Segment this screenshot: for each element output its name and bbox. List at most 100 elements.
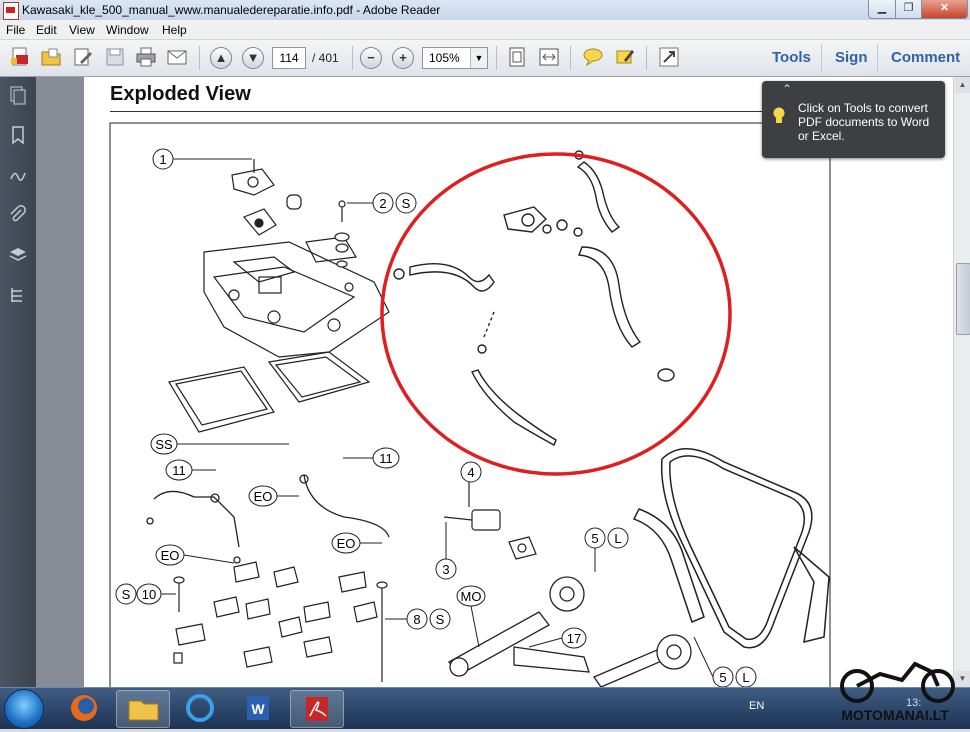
model-tree-icon[interactable] — [8, 285, 28, 305]
email-icon[interactable] — [166, 46, 188, 68]
breather-hose-drawing — [393, 150, 675, 446]
callout-3: 3 — [435, 522, 457, 580]
acrobat-taskbar-icon[interactable] — [290, 690, 344, 728]
attachments-icon[interactable] — [8, 205, 28, 225]
zoom-in-icon[interactable]: + — [392, 47, 414, 69]
document-area: Exploded View 1 2 S SS 11 11 EO EO EO 4 … — [36, 77, 954, 687]
callout-label: 1 — [159, 152, 166, 167]
scroll-up-icon[interactable]: ▲ — [955, 77, 970, 93]
camshaft-cap-drawing — [175, 561, 378, 668]
bolt-parts-drawing — [334, 200, 350, 268]
valve-cover-drawing — [203, 236, 390, 358]
callout-8: 8 S — [385, 608, 451, 630]
watermark-text: MOTOMANAI.LT — [841, 707, 949, 723]
minimize-button[interactable]: ▁ — [868, 0, 896, 19]
callout-label: 8 — [413, 612, 420, 627]
save-icon[interactable] — [104, 46, 126, 68]
motomanai-watermark-logo: MOTOMANAI.LT — [840, 661, 955, 723]
toolbar-separator — [646, 46, 647, 70]
open-icon[interactable] — [40, 46, 62, 68]
comment-link[interactable]: Comment — [891, 49, 960, 66]
fullscreen-icon[interactable] — [658, 46, 680, 68]
callout-code: S — [402, 196, 411, 211]
callout-label: 11 — [172, 463, 186, 478]
callout-label: EO — [337, 536, 356, 551]
toolbar-separator — [352, 46, 353, 70]
callout-1: 1 — [152, 148, 252, 170]
word-taskbar-icon[interactable]: W — [232, 690, 284, 726]
menu-view[interactable]: View — [69, 23, 95, 37]
highlight-icon[interactable] — [614, 46, 636, 68]
callout-group: 1 2 S SS 11 11 EO EO EO 4 3 5 L S 10 8 S… — [115, 148, 757, 687]
close-button[interactable]: ✕ — [921, 0, 968, 19]
chevron-up-icon[interactable]: ⌃ — [782, 82, 792, 96]
sign-link[interactable]: Sign — [835, 49, 868, 66]
pdf-page: Exploded View 1 2 S SS 11 11 EO EO EO 4 … — [84, 77, 954, 687]
tooltip-text: Click on Tools to convert PDF documents … — [798, 101, 930, 143]
callout-label: 4 — [467, 465, 474, 480]
chevron-down-icon[interactable]: ▼ — [470, 48, 487, 68]
create-pdf-icon[interactable] — [9, 46, 31, 68]
window-title: Kawasaki_kle_500_manual_www.manualederep… — [22, 3, 441, 17]
zoom-out-icon[interactable]: − — [360, 47, 382, 69]
edit-icon[interactable] — [72, 46, 94, 68]
callout-eo-3: EO — [155, 544, 235, 566]
tools-link[interactable]: Tools — [772, 49, 811, 66]
layers-icon[interactable] — [8, 245, 28, 265]
callout-label: S — [122, 587, 131, 602]
menu-edit[interactable]: Edit — [36, 23, 57, 37]
firefox-taskbar-icon[interactable] — [58, 690, 110, 726]
navigation-pane — [0, 77, 36, 687]
toolbar-separator — [877, 44, 878, 72]
callout-code: 10 — [142, 587, 156, 602]
maximize-button[interactable]: ❐ — [895, 0, 922, 19]
callout-code: L — [614, 531, 621, 546]
toolbar: ▲ ▼ 114 / 401 − + 105% ▼ Tools Sign Comm… — [0, 40, 970, 77]
start-button[interactable] — [4, 689, 44, 729]
menu-file[interactable]: File — [6, 23, 25, 37]
callout-label: MO — [461, 589, 482, 604]
callout-11-right: 11 — [343, 447, 400, 469]
breather-parts-drawing — [231, 159, 302, 236]
prev-page-icon[interactable]: ▲ — [210, 47, 232, 69]
toolbar-separator — [496, 46, 497, 70]
toolbar-separator — [199, 46, 200, 70]
gasket-drawing — [168, 351, 371, 433]
page-total: / 401 — [312, 51, 339, 65]
callout-5-top: 5 L — [584, 527, 629, 572]
callout-label: EO — [254, 489, 273, 504]
callout-2: 2 S — [347, 192, 417, 214]
callout-mo: MO — [456, 585, 486, 648]
menu-window[interactable]: Window — [106, 23, 149, 37]
pages-icon[interactable] — [8, 85, 28, 105]
sync-taskbar-icon[interactable] — [174, 690, 226, 726]
scrollbar-thumb[interactable] — [956, 263, 970, 335]
page-number-input[interactable]: 114 — [272, 47, 306, 69]
title-bar: Kawasaki_kle_500_manual_www.manualederep… — [0, 0, 970, 21]
lightbulb-icon — [773, 107, 785, 123]
next-page-icon[interactable]: ▼ — [242, 47, 264, 69]
callout-label: EO — [161, 548, 180, 563]
callout-11-left: 11 — [165, 459, 216, 481]
menu-help[interactable]: Help — [162, 23, 187, 37]
callout-code: S — [436, 612, 445, 627]
callout-label: 3 — [442, 562, 449, 577]
callout-5-bottom: 5 L — [693, 636, 757, 687]
fit-width-icon[interactable] — [538, 46, 560, 68]
zoom-select[interactable]: 105% ▼ — [422, 47, 488, 69]
bookmarks-icon[interactable] — [8, 125, 28, 145]
svg-text:W: W — [251, 701, 265, 717]
menu-bar: File Edit View Window Help — [0, 20, 970, 40]
explorer-taskbar-icon[interactable] — [116, 690, 170, 728]
vertical-scrollbar[interactable]: ▲ ▼ — [953, 77, 970, 687]
pdf-app-icon — [3, 2, 19, 20]
tools-tooltip: ⌃ Click on Tools to convert PDF document… — [762, 81, 945, 158]
fit-page-icon[interactable] — [506, 46, 528, 68]
comment-icon[interactable] — [582, 46, 604, 68]
language-indicator[interactable]: EN — [749, 700, 764, 712]
callout-eo-1: EO — [248, 485, 299, 507]
callout-ss: SS — [150, 433, 289, 455]
signatures-icon[interactable] — [8, 165, 28, 185]
callout-label: 2 — [379, 196, 386, 211]
print-icon[interactable] — [135, 46, 157, 68]
